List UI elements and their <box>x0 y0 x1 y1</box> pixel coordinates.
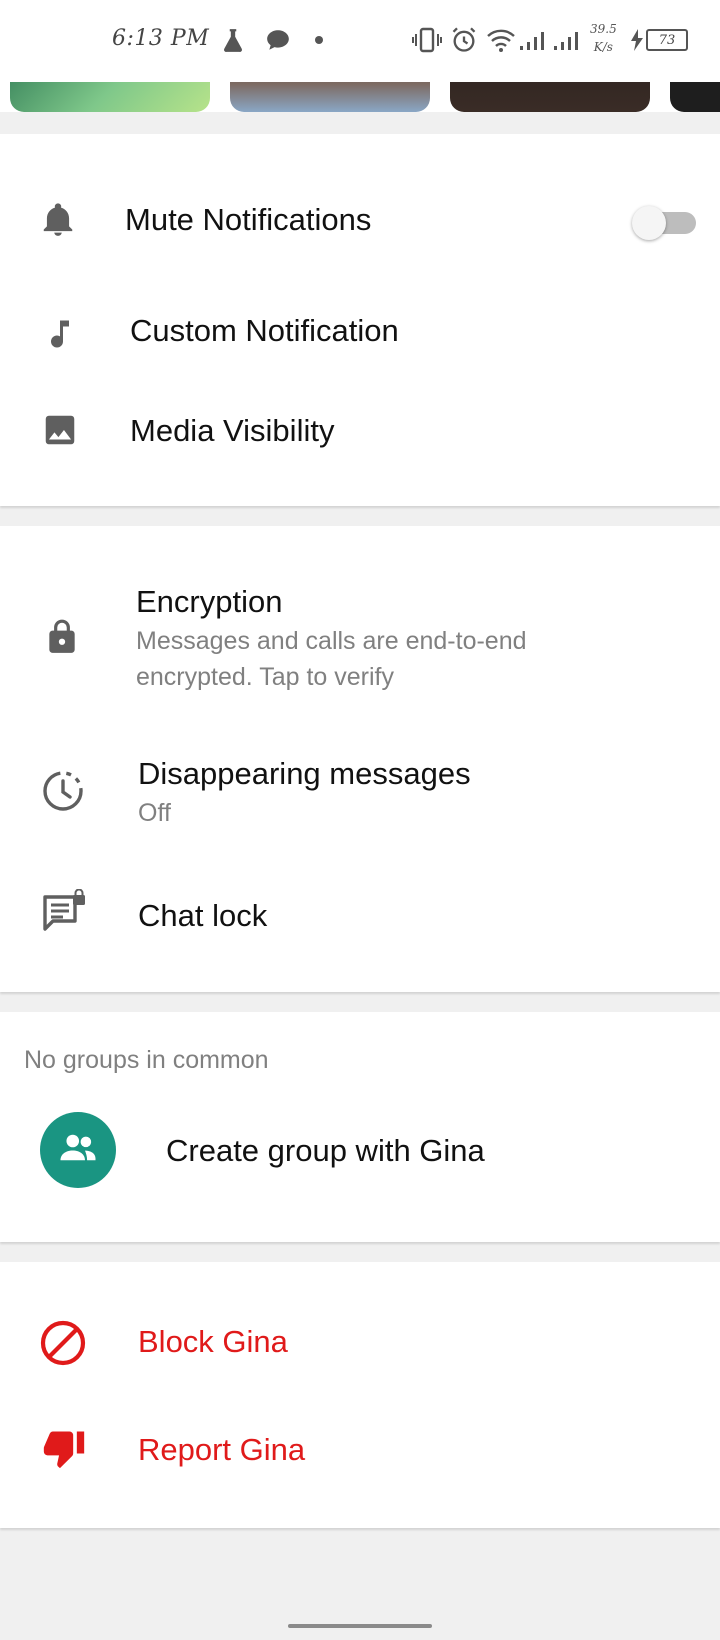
network-speed: 39.5 K/s <box>590 20 617 56</box>
network-speed-unit: K/s <box>593 40 613 54</box>
media-thumbnail[interactable] <box>10 82 210 112</box>
report-contact-label: Report Gina <box>138 1432 306 1467</box>
timer-icon <box>40 768 86 814</box>
dot-icon <box>314 26 324 54</box>
charging-icon <box>630 26 644 54</box>
encryption-subtitle-line2: encrypted. Tap to verify <box>136 663 395 691</box>
lock-icon <box>42 614 82 660</box>
media-thumbnail-strip[interactable] <box>0 82 720 112</box>
music-note-icon <box>40 312 80 356</box>
danger-actions-section <box>0 1262 720 1528</box>
vibrate-icon <box>412 26 442 54</box>
custom-notification-label: Custom Notification <box>130 313 399 348</box>
encryption-subtitle-line1: Messages and calls are end-to-end <box>136 627 527 655</box>
group-icon <box>57 1132 99 1169</box>
media-visibility-label: Media Visibility <box>130 413 335 448</box>
block-contact-label: Block Gina <box>138 1324 288 1359</box>
block-icon <box>38 1318 88 1368</box>
wifi-icon <box>486 26 516 54</box>
chat-bubble-icon <box>264 26 292 54</box>
mute-notifications-toggle[interactable] <box>632 204 698 240</box>
toggle-knob <box>632 206 666 240</box>
network-speed-value: 39.5 <box>590 22 617 36</box>
flask-icon <box>220 26 246 54</box>
signal-icon-2 <box>552 26 582 54</box>
media-thumbnail[interactable] <box>230 82 430 112</box>
media-thumbnail[interactable] <box>450 82 650 112</box>
create-group-label: Create group with Gina <box>166 1133 485 1168</box>
chat-lock-label: Chat lock <box>138 898 268 933</box>
status-time: 6:13 PM <box>112 26 210 51</box>
group-avatar <box>40 1112 116 1188</box>
image-icon <box>40 410 80 450</box>
groups-in-common-header: No groups in common <box>24 1046 269 1074</box>
gesture-nav-handle[interactable] <box>288 1624 432 1628</box>
media-thumbnail[interactable] <box>670 82 720 112</box>
signal-icon-1 <box>518 26 548 54</box>
status-bar: 6:13 PM 39.5 K/s 73 <box>0 0 720 82</box>
battery-level: 73 <box>658 32 676 48</box>
thumbs-down-icon <box>40 1424 88 1472</box>
alarm-icon <box>450 26 478 54</box>
encryption-title: Encryption <box>136 584 283 619</box>
bell-icon <box>36 196 80 244</box>
chat-lock-icon <box>40 888 90 934</box>
battery-icon: 73 <box>646 29 688 51</box>
disappearing-messages-value: Off <box>138 799 171 827</box>
mute-notifications-label: Mute Notifications <box>125 202 372 237</box>
disappearing-messages-title: Disappearing messages <box>138 756 471 791</box>
